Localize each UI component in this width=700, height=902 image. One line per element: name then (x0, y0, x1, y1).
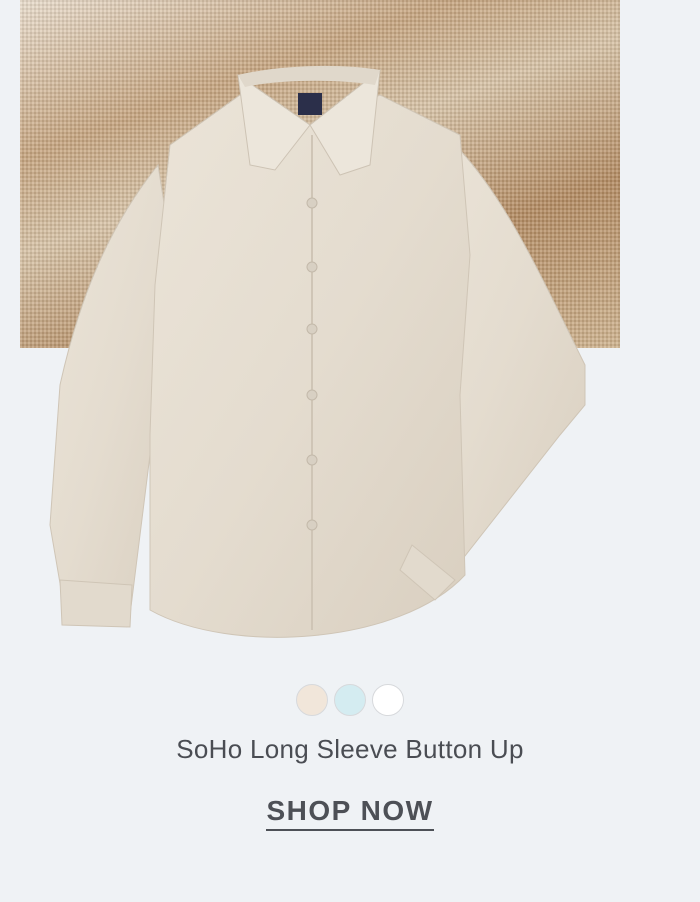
cta-container: SHOP NOW (0, 795, 700, 831)
shop-now-link[interactable]: SHOP NOW (266, 795, 434, 831)
swatch-light-blue[interactable] (334, 684, 366, 716)
product-card: SoHo Long Sleeve Button Up SHOP NOW (0, 0, 700, 902)
color-swatches (0, 684, 700, 716)
swatch-white[interactable] (372, 684, 404, 716)
shirt-icon[interactable] (40, 55, 600, 645)
product-name[interactable]: SoHo Long Sleeve Button Up (0, 734, 700, 765)
swatch-cream[interactable] (296, 684, 328, 716)
